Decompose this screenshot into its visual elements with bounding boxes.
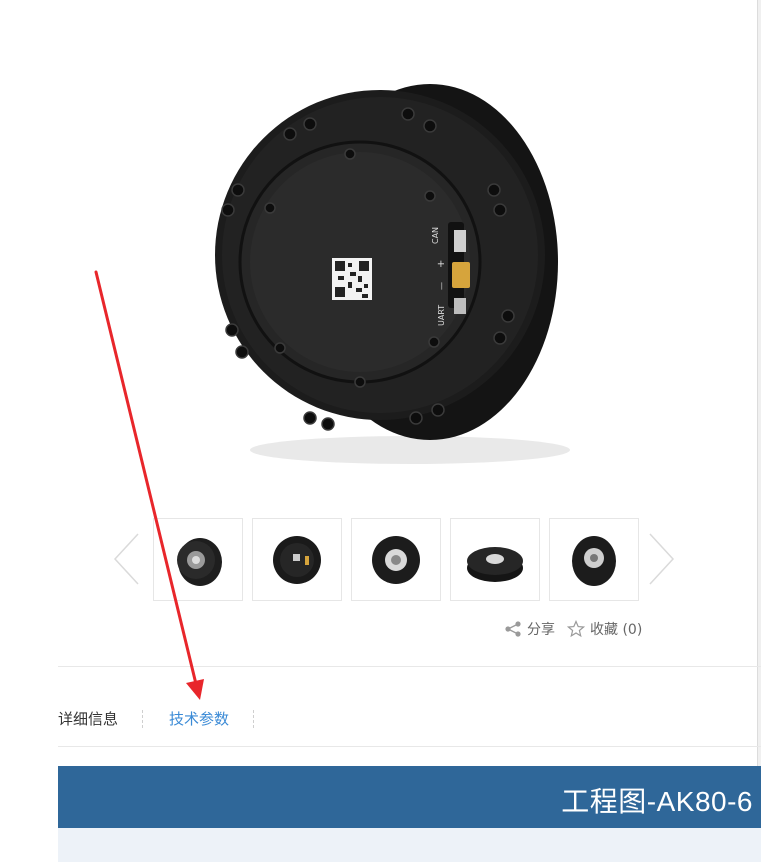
engraving-minus: —: [437, 282, 446, 290]
thumbnail-3[interactable]: [351, 518, 441, 601]
tab-separator: [142, 709, 144, 728]
thumbnail-2[interactable]: [252, 518, 342, 601]
share-icon: [505, 621, 521, 637]
scrollbar-edge[interactable]: [757, 0, 761, 862]
banner-title: 工程图-AK80-6: [561, 786, 753, 817]
chevron-right-icon: [649, 533, 675, 585]
tab-separator: [253, 709, 255, 728]
favorite-label: 收藏 (0): [590, 622, 643, 638]
banner-sub-area: [58, 828, 761, 862]
thumbnail-prev-button[interactable]: [112, 532, 142, 586]
thumbnail-4[interactable]: [450, 518, 540, 601]
detail-tabs: 详细信息 技术参数: [58, 708, 280, 729]
tabs-divider-top: [58, 666, 761, 667]
thumbnail-next-button[interactable]: [646, 532, 676, 586]
share-label: 分享: [527, 622, 555, 638]
product-actions: 分享 收藏 (0): [504, 619, 642, 639]
engraving-uart: UART: [437, 305, 446, 326]
thumbnail-1[interactable]: [153, 518, 243, 601]
qr-code-icon: [332, 258, 372, 300]
star-icon: [567, 620, 585, 638]
section-banner: 工程图-AK80-6: [58, 766, 761, 828]
thumbnail-5[interactable]: [549, 518, 639, 601]
tabs-divider-bottom: [58, 746, 761, 747]
engraving-can: CAN: [431, 227, 440, 244]
engraving-plus: +: [436, 260, 447, 268]
thumbnail-strip: [153, 518, 639, 601]
favorite-button[interactable]: 收藏 (0): [567, 619, 642, 639]
main-product-image: CAN + — UART: [110, 40, 650, 480]
tab-tech-specs[interactable]: 技术参数: [169, 708, 229, 729]
tab-details[interactable]: 详细信息: [58, 708, 118, 729]
chevron-left-icon: [113, 533, 139, 585]
share-button[interactable]: 分享: [504, 619, 555, 639]
